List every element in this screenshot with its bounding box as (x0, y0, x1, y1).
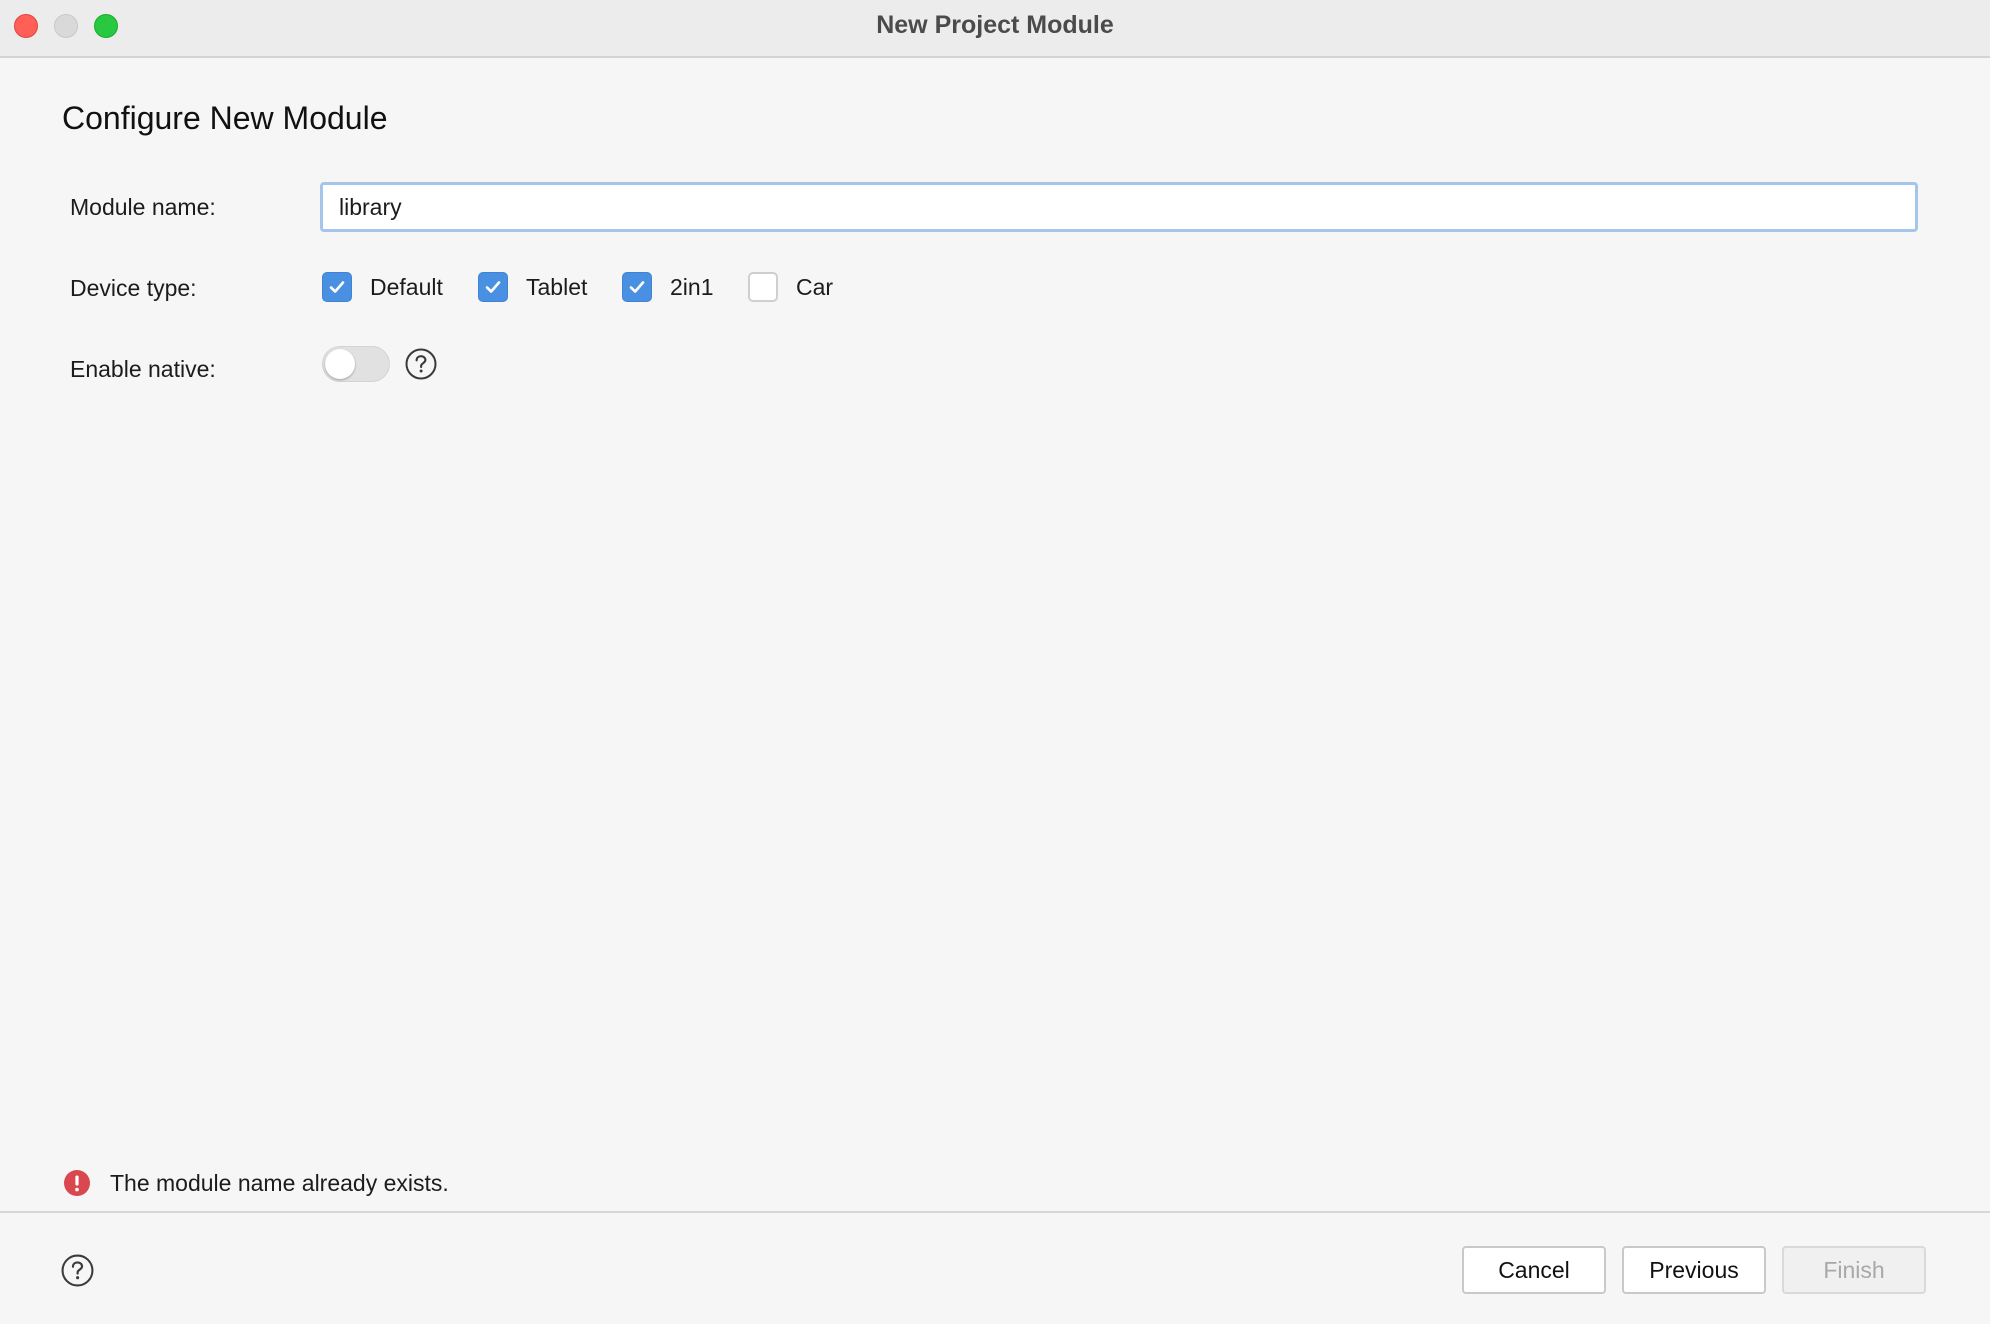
device-type-label: Device type: (70, 275, 197, 301)
checkmark-icon (329, 281, 345, 293)
device-type-car-checkbox[interactable]: Car (748, 270, 833, 304)
enable-native-label: Enable native: (70, 356, 216, 382)
checkmark-icon (629, 281, 645, 293)
checkbox-checked-box[interactable] (622, 272, 652, 302)
device-type-2in1-checkbox[interactable]: 2in1 (622, 270, 713, 304)
device-type-default-checkbox[interactable]: Default (322, 270, 443, 304)
module-name-label: Module name: (70, 194, 216, 220)
title-bar: New Project Module (0, 0, 1990, 58)
window-title: New Project Module (876, 11, 1114, 39)
new-project-module-window: New Project Module Configure New Module … (0, 0, 1990, 1324)
device-type-2in1-label: 2in1 (670, 273, 714, 300)
checkbox-checked-box[interactable] (322, 272, 352, 302)
checkbox-checked-box[interactable] (478, 272, 508, 302)
device-type-default-label: Default (370, 273, 443, 300)
question-circle-icon[interactable] (61, 1254, 94, 1287)
device-type-tablet-checkbox[interactable]: Tablet (478, 270, 587, 304)
checkbox-unchecked-box[interactable] (748, 272, 778, 302)
question-circle-icon[interactable] (405, 348, 437, 380)
finish-button[interactable]: Finish (1782, 1246, 1926, 1294)
exclamation-circle-icon (64, 1170, 90, 1196)
device-type-tablet-label: Tablet (526, 273, 588, 300)
previous-button[interactable]: Previous (1622, 1246, 1766, 1294)
checkmark-icon (485, 281, 501, 293)
page-title: Configure New Module (62, 100, 388, 136)
enable-native-toggle[interactable] (322, 346, 390, 382)
device-type-car-label: Car (796, 273, 834, 300)
cancel-button[interactable]: Cancel (1462, 1246, 1606, 1294)
toggle-knob (325, 349, 355, 379)
footer-divider (0, 1211, 1990, 1213)
error-message-text: The module name already exists. (110, 1169, 449, 1196)
error-message-row: The module name already exists. (64, 1166, 449, 1200)
module-name-input[interactable] (320, 182, 1918, 232)
